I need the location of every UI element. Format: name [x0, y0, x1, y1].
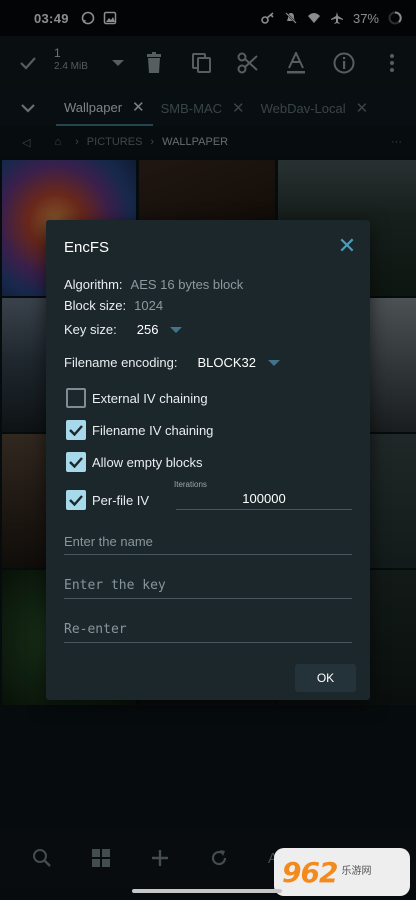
iterations-input[interactable]: 100000: [176, 490, 352, 510]
key-size-row: Key size: 256: [64, 322, 183, 337]
block-size-label: Block size:: [64, 298, 127, 313]
checkmark-icon: [69, 425, 83, 437]
dropdown-caret-icon: [170, 326, 183, 333]
dialog-title: EncFS: [64, 239, 110, 256]
allow-empty-blocks-checkbox[interactable]: [66, 452, 86, 472]
encfs-dialog: EncFS ✕ Algorithm: AES 16 bytes block Bl…: [46, 220, 370, 700]
checkmark-icon: [69, 457, 83, 469]
algorithm-value: AES 16 bytes block: [130, 277, 244, 292]
filename-iv-label[interactable]: Filename IV chaining: [92, 423, 213, 438]
per-file-iv-label[interactable]: Per-file IV: [92, 493, 149, 508]
watermark-logo: 962: [282, 855, 338, 889]
ok-button[interactable]: OK: [295, 664, 356, 692]
allow-empty-blocks-label[interactable]: Allow empty blocks: [92, 455, 203, 470]
external-iv-label[interactable]: External IV chaining: [92, 391, 208, 406]
filename-encoding-value: BLOCK32: [197, 355, 257, 370]
filename-encoding-label: Filename encoding:: [64, 355, 178, 370]
per-file-iv-checkbox[interactable]: [66, 490, 86, 510]
external-iv-checkbox[interactable]: [66, 388, 86, 408]
filename-encoding-select[interactable]: BLOCK32: [197, 355, 281, 370]
block-size-row: Block size: 1024: [64, 298, 163, 313]
algorithm-label: Algorithm:: [64, 277, 123, 292]
dropdown-caret-icon: [268, 359, 281, 366]
name-input[interactable]: Enter the name: [64, 531, 352, 555]
key-size-value: 256: [136, 322, 159, 337]
checkmark-icon: [69, 495, 83, 507]
watermark-subtext: 乐游网: [341, 866, 372, 877]
reenter-key-input[interactable]: Re-enter: [64, 619, 352, 643]
site-watermark: 962 乐游网: [274, 848, 410, 896]
algorithm-row: Algorithm: AES 16 bytes block: [64, 277, 243, 292]
block-size-value: 1024: [134, 298, 164, 313]
filename-iv-checkbox[interactable]: [66, 420, 86, 440]
iterations-label: Iterations: [174, 480, 207, 489]
close-icon[interactable]: ✕: [334, 234, 360, 260]
key-size-select[interactable]: 256: [137, 322, 183, 337]
key-input[interactable]: Enter the key: [64, 575, 352, 599]
key-size-label: Key size:: [64, 322, 117, 337]
gesture-nav-pill[interactable]: [132, 889, 282, 893]
filename-encoding-row: Filename encoding: BLOCK32: [64, 355, 281, 370]
